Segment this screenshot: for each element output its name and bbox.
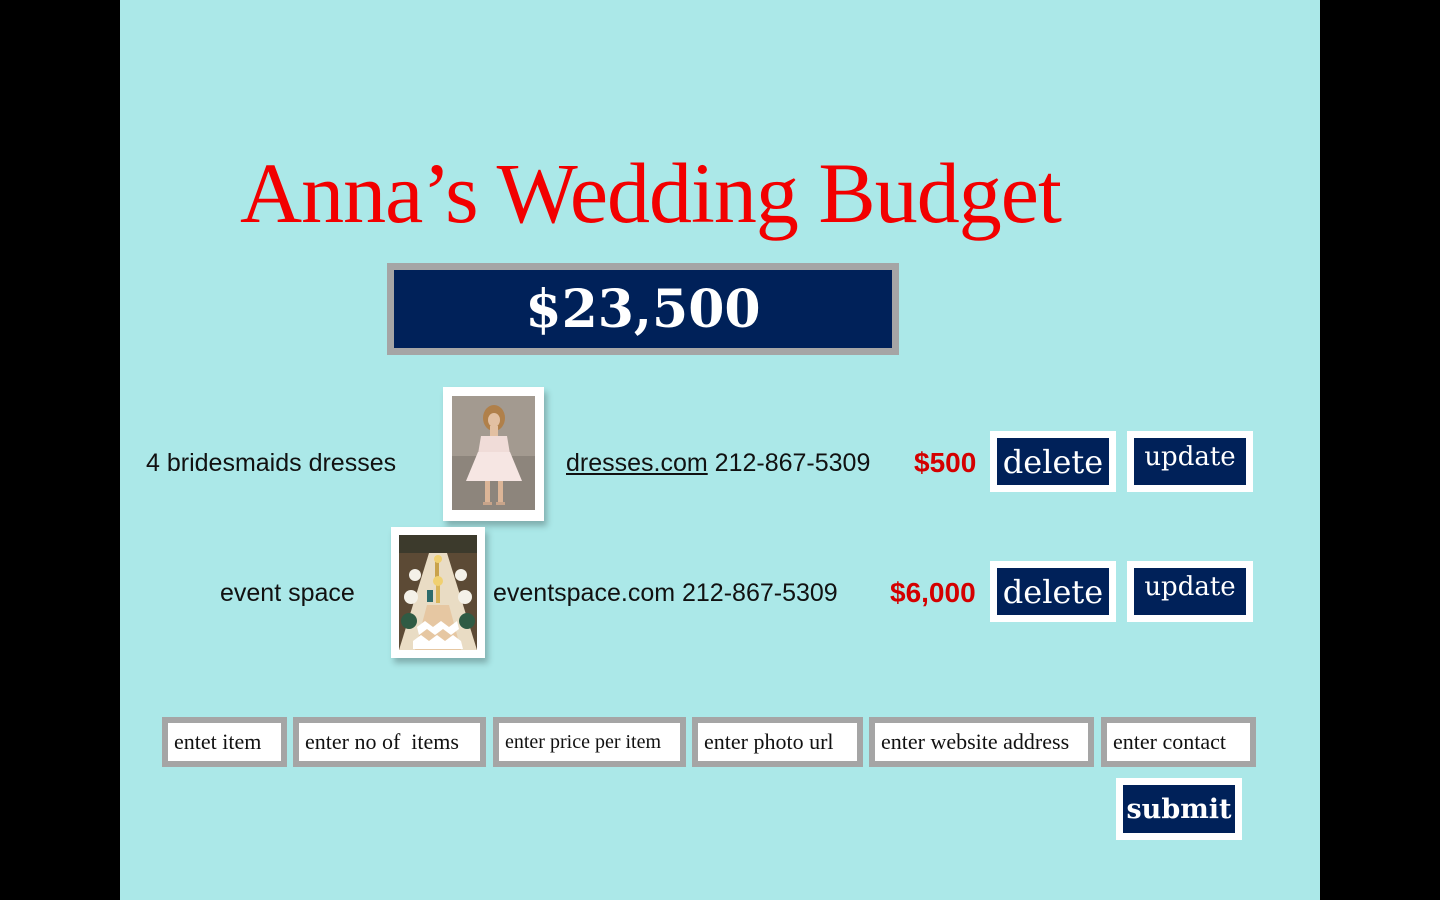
item-phone: 212-867-5309 [714, 449, 871, 477]
website-input[interactable] [875, 723, 1088, 761]
delete-button-frame: delete [990, 431, 1116, 492]
item-price: $6,000 [890, 577, 976, 608]
total-budget-frame: $23,500 [387, 263, 899, 355]
budget-page: Anna’s Wedding Budget $23,500 4 bridesma… [120, 0, 1320, 900]
item-photo [391, 527, 485, 658]
item-photo [443, 387, 544, 521]
contact-field-frame [1101, 717, 1256, 767]
item-phone: 212-867-5309 [682, 579, 838, 607]
item-price: $500 [914, 447, 977, 478]
item-contact: eventspace.com 212-867-5309 [493, 581, 838, 606]
total-budget-value: $23,500 [394, 270, 892, 348]
quantity-input[interactable] [299, 723, 480, 761]
item-website-link[interactable]: eventspace.com [493, 579, 675, 607]
quantity-field-frame [293, 717, 486, 767]
submit-button[interactable]: submit [1123, 785, 1235, 833]
price-input[interactable] [499, 723, 680, 761]
delete-button[interactable]: delete [997, 568, 1109, 615]
item-contact: dresses.com 212-867-5309 [566, 451, 870, 476]
price-field-frame [493, 717, 686, 767]
update-button-frame: update [1127, 431, 1253, 492]
update-button[interactable]: update [1134, 568, 1246, 615]
photo-url-input[interactable] [698, 723, 857, 761]
photo-url-field-frame [692, 717, 863, 767]
submit-button-frame: submit [1116, 778, 1242, 840]
item-name: 4 bridesmaids dresses [146, 449, 397, 477]
delete-button[interactable]: delete [997, 438, 1109, 485]
page-title: Anna’s Wedding Budget [240, 145, 1062, 241]
contact-input[interactable] [1107, 723, 1250, 761]
item-field-frame [162, 717, 287, 767]
item-input[interactable] [168, 723, 281, 761]
update-button[interactable]: update [1134, 438, 1246, 485]
table-setting-image [399, 535, 477, 650]
delete-button-frame: delete [990, 561, 1116, 622]
item-name: event space [220, 579, 355, 607]
update-button-frame: update [1127, 561, 1253, 622]
item-website-link[interactable]: dresses.com [566, 449, 708, 477]
website-field-frame [869, 717, 1094, 767]
dress-image [452, 396, 535, 510]
